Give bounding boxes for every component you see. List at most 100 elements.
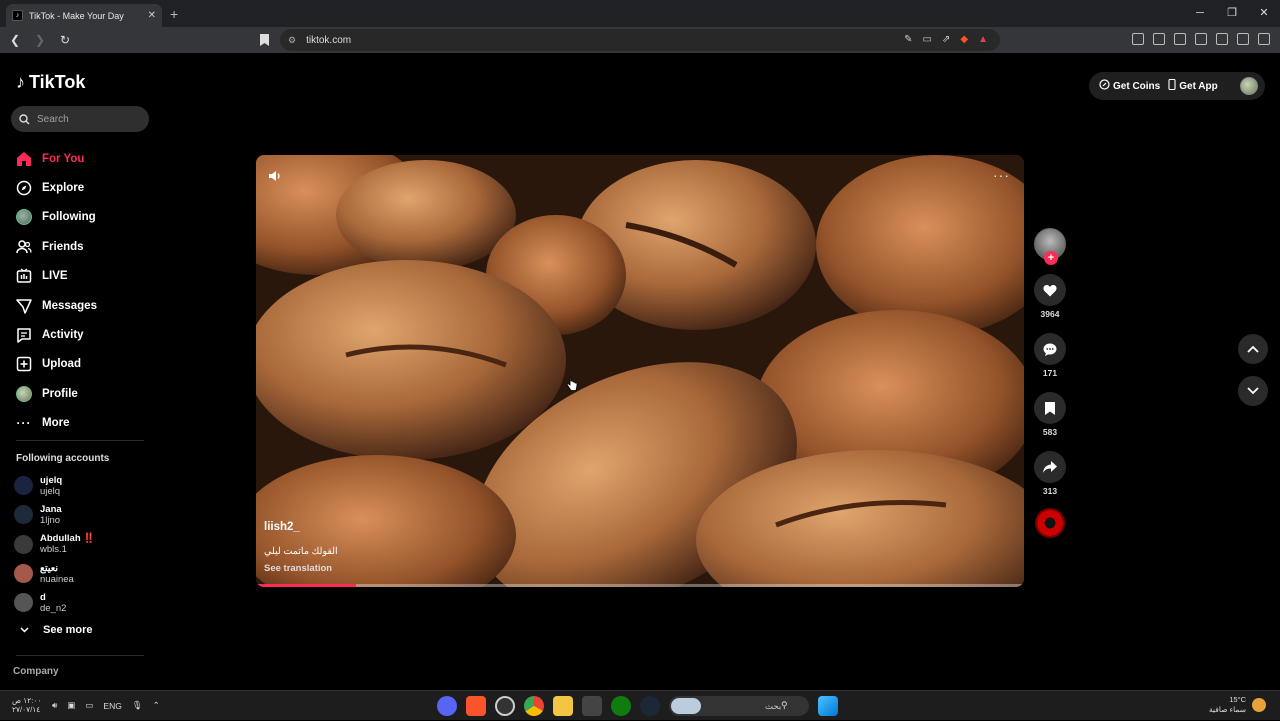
creator-avatar[interactable]: + <box>1034 228 1066 265</box>
forward-button[interactable]: ❯ <box>30 33 50 47</box>
store-icon[interactable] <box>582 696 602 716</box>
previous-video-button[interactable] <box>1238 334 1268 364</box>
volume-icon[interactable] <box>268 169 282 187</box>
wallet-icon[interactable] <box>1195 33 1207 45</box>
nav-label: LIVE <box>42 270 68 283</box>
music-disc-icon[interactable] <box>1035 508 1065 538</box>
tiktok-logo[interactable]: ♪ TikTok <box>16 72 85 93</box>
account-handle: wbls.1 <box>40 544 67 556</box>
taskbar-clock[interactable]: ١٢:٠٠ ص ٢٧/٠٧/١٤ <box>12 696 41 714</box>
share-icon[interactable]: ⇗ <box>942 34 950 45</box>
account-handle: ujelq <box>40 485 61 497</box>
coin-icon <box>1099 79 1110 93</box>
bookmark-icon[interactable] <box>1034 392 1066 424</box>
maximize-button[interactable]: ❐ <box>1216 0 1248 27</box>
see-more-button[interactable]: See more <box>20 624 93 636</box>
tray-overflow-icon[interactable]: ⌃ <box>153 700 160 711</box>
vpn-icon[interactable] <box>1237 33 1249 45</box>
account-item[interactable]: Abdullah ‼️ wbls.1 <box>14 530 154 559</box>
sidebar-nav: For You Explore Following Friends LIVE M… <box>16 144 156 438</box>
account-item[interactable]: d de_n2 <box>14 588 154 617</box>
network-icon[interactable]: ▣ <box>67 700 75 711</box>
url-field[interactable]: ⚙ tiktok.com ✎ ▭ ⇗ ◆ ▲ <box>280 29 1000 51</box>
tab-title: TikTok - Make Your Day <box>29 10 124 21</box>
weather-widget[interactable]: 15°C سماء صافية <box>1209 695 1246 715</box>
tab-close-icon[interactable]: ✕ <box>148 10 156 21</box>
nav-upload[interactable]: Upload <box>16 350 156 379</box>
search-placeholder: Search <box>37 113 69 125</box>
obs-icon[interactable] <box>495 696 515 716</box>
nav-following[interactable]: Following <box>16 203 156 232</box>
next-video-button[interactable] <box>1238 376 1268 406</box>
save-count: 583 <box>1042 427 1058 437</box>
nav-live[interactable]: LIVE <box>16 262 156 291</box>
language-indicator[interactable]: ENG <box>103 701 121 711</box>
search-icon: ⚲ <box>781 700 788 710</box>
account-name: d <box>40 591 46 603</box>
discord-icon[interactable] <box>437 696 457 716</box>
account-name: نعيتع <box>40 562 59 574</box>
hand-cursor-icon <box>566 376 578 397</box>
share-arrow-icon[interactable] <box>1034 451 1066 483</box>
brave-rewards-icon[interactable]: ▲ <box>978 34 988 45</box>
comment-action[interactable]: 171 <box>1034 333 1066 378</box>
close-window-button[interactable]: ✕ <box>1248 0 1280 27</box>
steam-icon[interactable] <box>640 696 660 716</box>
search-input[interactable]: Search <box>11 106 149 132</box>
company-heading[interactable]: Company <box>13 666 59 677</box>
account-item[interactable]: Jana 1ljno <box>14 500 154 529</box>
music-icon[interactable] <box>1153 33 1165 45</box>
video-author[interactable]: liish2_ <box>264 521 300 533</box>
new-tab-button[interactable]: + <box>170 6 178 22</box>
taskbar-search[interactable]: بحث ⚲ <box>669 696 809 716</box>
chevron-down-icon <box>20 624 29 636</box>
chrome-icon[interactable] <box>524 696 544 716</box>
brave-shield-icon[interactable]: ◆ <box>960 34 968 45</box>
follow-button[interactable]: + <box>1044 251 1058 265</box>
browser-tab[interactable]: ♪ TikTok - Make Your Day ✕ <box>6 4 162 27</box>
see-more-label: See more <box>43 624 93 636</box>
video-player[interactable]: ··· liish2_ القولك ماتمت ليلي See transl… <box>256 155 1024 587</box>
nav-profile[interactable]: Profile <box>16 379 156 408</box>
nav-for-you[interactable]: For You <box>16 144 156 173</box>
following-avatar-icon <box>16 209 32 226</box>
nav-more[interactable]: ··· More <box>16 409 156 438</box>
nav-messages[interactable]: Messages <box>16 291 156 320</box>
nav-friends[interactable]: Friends <box>16 232 156 261</box>
share-action[interactable]: 313 <box>1034 451 1066 496</box>
video-progress-bar[interactable] <box>256 584 1024 587</box>
xbox-icon[interactable] <box>611 696 631 716</box>
comment-icon[interactable] <box>1034 333 1066 365</box>
back-button[interactable]: ❮ <box>5 33 25 47</box>
save-action[interactable]: 583 <box>1034 392 1066 437</box>
nav-explore[interactable]: Explore <box>16 173 156 202</box>
site-info-icon[interactable]: ⚙ <box>288 35 296 46</box>
reload-button[interactable]: ↻ <box>55 33 75 47</box>
leo-ai-icon[interactable] <box>1216 33 1228 45</box>
file-explorer-icon[interactable] <box>553 696 573 716</box>
user-avatar[interactable] <box>1239 77 1258 95</box>
bookmark-icon[interactable] <box>259 33 270 46</box>
get-coins-button[interactable]: Get Coins <box>1099 79 1160 93</box>
see-translation-link[interactable]: See translation <box>264 563 332 574</box>
get-app-button[interactable]: Get App <box>1168 78 1218 93</box>
sidebar-icon[interactable] <box>1174 33 1186 45</box>
brave-icon[interactable] <box>466 696 486 716</box>
menu-icon[interactable] <box>1258 33 1270 45</box>
account-item[interactable]: ujelq ujelq <box>14 471 154 500</box>
speaker-icon[interactable]: 🔊︎ <box>52 700 57 711</box>
more-options-icon[interactable]: ··· <box>993 167 1010 183</box>
screenshot-icon[interactable] <box>1132 33 1144 45</box>
cast-icon[interactable]: ▭ <box>923 34 932 45</box>
like-action[interactable]: 3964 <box>1034 274 1066 319</box>
microphone-icon[interactable]: 🎙︎ <box>132 700 143 711</box>
minimize-button[interactable]: ─ <box>1184 0 1216 27</box>
battery-icon[interactable]: ▭ <box>85 700 93 711</box>
account-name: ujelq <box>40 474 63 486</box>
nav-activity[interactable]: Activity <box>16 320 156 349</box>
account-item[interactable]: نعيتع nuainea <box>14 559 154 588</box>
windows-taskbar: ١٢:٠٠ ص ٢٧/٠٧/١٤ 🔊︎ ▣ ▭ ENG 🎙︎ ⌃ بحث ⚲ 1… <box>0 690 1280 720</box>
heart-icon[interactable] <box>1034 274 1066 306</box>
translate-icon[interactable]: ✎ <box>904 34 912 45</box>
start-icon[interactable] <box>818 696 838 716</box>
